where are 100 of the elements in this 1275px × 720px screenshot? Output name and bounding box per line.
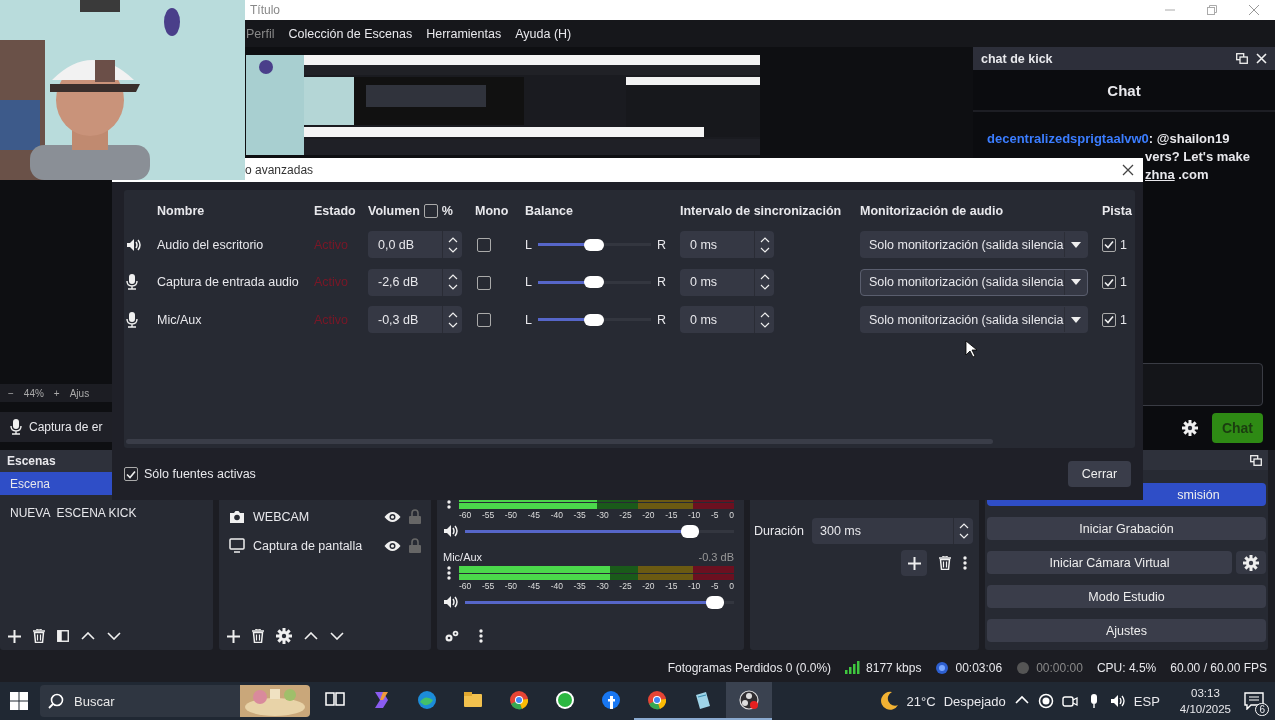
dropped-frames: Fotogramas Perdidos 0 (0.0%) [667,660,832,675]
add-icon[interactable] [8,629,21,643]
volume-field[interactable]: -2,6 dB [368,268,462,296]
slider-thumb[interactable] [680,524,699,538]
mono-checkbox[interactable] [477,313,491,328]
control-button[interactable]: Iniciar Cámara Virtual [987,551,1232,574]
trash-icon[interactable] [939,556,951,570]
column-header: % [441,204,453,218]
balance-slider[interactable] [537,237,651,252]
menu-item[interactable]: Perfil [246,26,275,41]
search-field[interactable]: Buscar [72,692,232,710]
control-button[interactable]: Iniciar Grabación [987,517,1266,540]
speaker-icon[interactable] [1109,693,1126,709]
control-button[interactable]: Modo Estudio [987,585,1266,608]
lock-icon[interactable] [409,538,421,553]
track-checkbox[interactable] [1102,275,1116,290]
more-icon[interactable] [447,566,451,580]
sync-offset-field[interactable]: 0 ms [680,306,774,334]
source-name: Audio del escritorio [157,237,265,252]
lock-icon[interactable] [409,509,421,524]
volume-slider[interactable] [465,595,734,609]
scale-label: -40 [550,581,563,592]
slider-thumb[interactable] [705,595,724,609]
down-icon[interactable] [107,632,121,640]
slider-thumb[interactable] [584,276,605,289]
mono-checkbox[interactable] [477,238,491,253]
clock-time[interactable]: 03:13 [1191,685,1220,701]
scale-label: -20 [642,581,655,592]
eye-icon[interactable] [384,539,401,552]
more-icon[interactable] [479,629,483,643]
source-item[interactable]: WEBCAM [219,502,431,531]
balance-slider[interactable] [537,312,651,327]
trash-icon[interactable] [252,629,264,643]
camera-icon[interactable] [1061,693,1078,709]
more-icon[interactable] [963,556,967,570]
taskbar-app[interactable] [726,682,772,720]
undock-icon[interactable] [1236,53,1248,64]
trash-icon[interactable] [33,629,45,643]
adjust-label[interactable]: Ajus [69,387,90,399]
moon-icon[interactable] [878,691,899,711]
window-title: Título [250,3,281,17]
start-icon[interactable] [10,692,28,710]
zoom-out-button[interactable]: − [8,387,14,399]
source-item[interactable]: Captura de pantalla [219,531,431,560]
spin-arrows-icon [447,273,458,292]
close-button[interactable]: Cerrar [1068,461,1131,487]
down-icon[interactable] [330,632,344,640]
temperature[interactable]: 21°C [906,693,936,709]
social-app-icon[interactable] [600,689,622,711]
menu-item[interactable]: Ayuda (H) [515,26,572,41]
chat-link[interactable]: zhna [1145,167,1175,182]
sync-offset-field[interactable]: 0 ms [680,268,774,296]
track-checkbox[interactable] [1102,237,1116,252]
settings-icon[interactable] [276,628,292,644]
browser-icon[interactable] [646,689,668,711]
settings-button[interactable] [1236,551,1266,574]
browser-icon[interactable] [508,689,530,711]
undock-icon[interactable] [1250,454,1262,466]
browser-icon[interactable] [416,689,438,711]
gears-icon[interactable] [445,630,459,642]
add-icon[interactable] [227,629,240,643]
control-button[interactable]: Ajustes [987,619,1266,642]
checkbox[interactable] [423,204,438,218]
slider-thumb[interactable] [584,238,605,251]
speaker-icon[interactable] [443,595,459,609]
scene-item[interactable]: NUEVA ESCENA KICK [0,501,213,524]
monitoring-dropdown[interactable]: Solo monitorización (salida silencia [860,231,1088,259]
balance-slider[interactable] [537,275,651,290]
filter-icon[interactable] [57,630,69,642]
scale-label: -45 [527,510,540,521]
eye-icon[interactable] [384,510,401,523]
slider-thumb[interactable] [584,313,605,326]
settings-icon[interactable] [1181,420,1198,436]
scale-label: -5 [710,510,719,521]
language-indicator[interactable]: ESP [1133,693,1160,709]
monitoring-dropdown[interactable]: Solo monitorización (salida silencia [860,268,1088,296]
recorder-icon[interactable] [738,689,760,711]
up-icon[interactable] [304,632,318,640]
search-bar[interactable]: Buscar [40,685,310,717]
menu-item[interactable]: Colección de Escenas [288,26,413,41]
volume-field[interactable]: -0,3 dB [368,306,462,334]
zoom-in-button[interactable]: + [53,387,60,399]
duration-field[interactable]: 300 ms [812,518,973,544]
monitoring-dropdown[interactable]: Solo monitorización (salida silencia [860,306,1088,334]
checkbox[interactable] [124,467,138,481]
add-button[interactable] [901,550,927,576]
clock-date[interactable]: 4/10/2025 [1179,701,1231,717]
record-icon[interactable] [1037,693,1054,709]
track-checkbox[interactable] [1102,312,1116,327]
weather-condition[interactable]: Despejado [943,693,1006,709]
volume-slider[interactable] [465,524,734,538]
scale-label: -45 [527,581,540,592]
chat-app-icon[interactable] [554,689,576,711]
speaker-icon[interactable] [443,524,459,538]
settings-icon [1243,554,1259,571]
up-icon[interactable] [81,632,95,640]
mono-checkbox[interactable] [477,275,491,290]
menu-item[interactable]: Herramientas [426,26,502,41]
volume-field[interactable]: 0,0 dB [368,231,462,259]
sync-offset-field[interactable]: 0 ms [680,231,774,259]
